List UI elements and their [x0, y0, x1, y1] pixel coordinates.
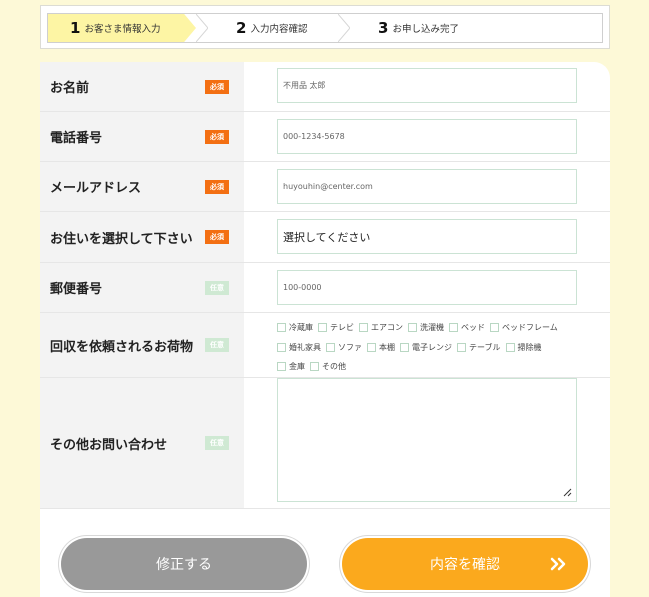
checkbox[interactable] [367, 342, 376, 352]
checkbox-option[interactable]: テーブル [457, 342, 501, 353]
address-label: お住いを選択して下さい [50, 231, 193, 247]
checkbox-option[interactable]: ベッドフレーム [490, 322, 558, 333]
form-row-other: その他お問い合わせ 任意 [40, 378, 610, 509]
form-row-name: お名前 必須 不用品 太郎 [40, 62, 610, 112]
row-label: 郵便番号 任意 [40, 263, 244, 312]
form-row-address: お住いを選択して下さい 必須 選択してください [40, 212, 610, 263]
form-row-items: 回収を依頼されるお荷物 任意 冷蔵庫 テレビ エアコン 洗濯機 ベッド ベッドフ… [40, 313, 610, 378]
optional-badge: 任意 [205, 280, 229, 295]
checkbox-option[interactable]: 電子レンジ [400, 342, 452, 353]
optional-badge: 任意 [205, 436, 229, 450]
double-chevron-right-icon [550, 557, 566, 571]
step-indicator-inner: 1 お客さま情報入力 2 入力内容確認 3 お申し込み完了 [47, 13, 603, 43]
checkbox-label: 洗濯機 [420, 323, 444, 333]
resize-handle-icon[interactable] [562, 487, 572, 497]
phone-label: 電話番号 [50, 131, 103, 146]
checkbox-option[interactable]: ソファ [326, 342, 362, 353]
checkbox[interactable] [408, 323, 417, 333]
row-label: メールアドレス 必須 [40, 162, 244, 211]
step-indicator: 1 お客さま情報入力 2 入力内容確認 3 お申し込み完了 [40, 5, 610, 49]
checkbox-option[interactable]: 金庫 [277, 361, 305, 372]
checkbox[interactable] [277, 342, 286, 352]
row-label: 電話番号 必須 [40, 112, 244, 161]
row-label: お住いを選択して下さい 必須 [40, 212, 244, 262]
checkbox-label: 本棚 [379, 342, 395, 352]
form-row-phone: 電話番号 必須 000-1234-5678 [40, 112, 610, 162]
checkbox-label: 掃除機 [517, 342, 542, 352]
optional-badge: 任意 [205, 338, 229, 352]
checkbox-option[interactable]: その他 [310, 361, 346, 372]
row-label: お名前 必須 [40, 62, 244, 111]
step-3-number: 3 [378, 19, 389, 37]
fix-button-label: 修正する [156, 557, 212, 573]
other-label: その他お問い合わせ [50, 437, 168, 453]
checkbox[interactable] [490, 323, 499, 333]
step-2-number: 2 [236, 19, 247, 37]
step-2: 2 入力内容確認 [236, 14, 307, 42]
checkbox-option[interactable]: 冷蔵庫 [277, 322, 313, 333]
checkbox[interactable] [310, 362, 319, 372]
checkbox-option[interactable]: ベッド [449, 322, 485, 333]
checkbox-label: 冷蔵庫 [289, 323, 313, 333]
confirm-button[interactable]: 内容を確認 [342, 538, 588, 590]
other-textarea[interactable] [277, 378, 577, 502]
email-input[interactable]: huyouhin@center.com [277, 169, 577, 204]
confirm-button-label: 内容を確認 [430, 557, 500, 573]
step-1-number: 1 [70, 19, 81, 37]
address-select[interactable]: 選択してください [277, 219, 577, 254]
step-2-label: 入力内容確認 [250, 24, 308, 35]
step-3-label: お申し込み完了 [392, 24, 459, 35]
checkbox-label: エアコン [371, 323, 403, 333]
checkbox-label: ソファ [338, 342, 362, 352]
step-1-label: お客さま情報入力 [84, 24, 161, 35]
checkbox-label: 金庫 [289, 362, 305, 372]
checkbox-label: テーブル [469, 342, 501, 352]
checkbox[interactable] [449, 323, 458, 333]
checkbox-option[interactable]: 婚礼家具 [277, 342, 321, 353]
checkbox[interactable] [277, 362, 286, 372]
checkbox-label: ベッド [461, 323, 485, 333]
checkbox-label: ベッドフレーム [502, 323, 558, 333]
items-checkbox-group: 冷蔵庫 テレビ エアコン 洗濯機 ベッド ベッドフレーム 婚礼家具 ソファ 本棚… [277, 318, 607, 377]
checkbox-option[interactable]: エアコン [359, 322, 403, 333]
form-row-email: メールアドレス 必須 huyouhin@center.com [40, 162, 610, 212]
step-3: 3 お申し込み完了 [378, 14, 459, 42]
form-row-postal: 郵便番号 任意 100-0000 [40, 263, 610, 313]
fix-button[interactable]: 修正する [61, 538, 307, 590]
checkbox[interactable] [318, 323, 327, 333]
checkbox[interactable] [400, 342, 409, 352]
checkbox[interactable] [359, 323, 368, 333]
postal-label: 郵便番号 [50, 282, 103, 297]
step-divider-icon [196, 14, 208, 42]
name-label: お名前 [50, 81, 90, 96]
checkbox-label: 電子レンジ [412, 342, 452, 352]
checkbox-label: テレビ [330, 323, 354, 333]
checkbox-option[interactable]: テレビ [318, 322, 354, 333]
form-card: お名前 必須 不用品 太郎 電話番号 必須 000-1234-5678 メールア… [40, 62, 610, 597]
phone-input[interactable]: 000-1234-5678 [277, 119, 577, 154]
email-label: メールアドレス [50, 181, 142, 196]
checkbox[interactable] [277, 323, 286, 333]
required-badge: 必須 [205, 179, 229, 194]
step-1-active: 1 お客さま情報入力 [48, 14, 196, 42]
checkbox[interactable] [326, 342, 335, 352]
required-badge: 必須 [205, 79, 229, 94]
checkbox[interactable] [505, 342, 515, 352]
checkbox-option[interactable]: 掃除機 [505, 342, 542, 353]
checkbox-label: その他 [322, 362, 346, 372]
items-label: 回収を依頼されるお荷物 [50, 339, 194, 355]
postal-input[interactable]: 100-0000 [277, 270, 577, 305]
row-label: 回収を依頼されるお荷物 任意 [40, 313, 244, 377]
name-input[interactable]: 不用品 太郎 [277, 68, 577, 103]
row-label: その他お問い合わせ 任意 [40, 378, 244, 508]
checkbox-label: 婚礼家具 [289, 342, 321, 352]
checkbox[interactable] [457, 342, 466, 352]
step-divider-icon [338, 14, 350, 42]
required-badge: 必須 [205, 230, 229, 244]
required-badge: 必須 [205, 129, 229, 144]
checkbox-option[interactable]: 本棚 [367, 342, 395, 353]
checkbox-option[interactable]: 洗濯機 [408, 322, 444, 333]
